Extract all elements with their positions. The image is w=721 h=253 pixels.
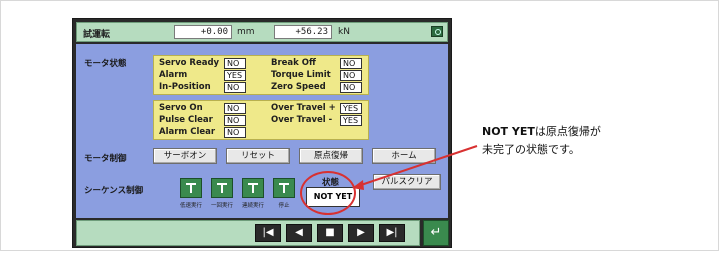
low-speed-run-icon[interactable] xyxy=(180,178,202,198)
status-label-alarm: Alarm xyxy=(159,70,188,80)
status-label-servo-on: Servo On xyxy=(159,103,203,113)
navigation-bar: |◀ ◀ ■ ▶ ▶| xyxy=(76,220,420,246)
highlight-ellipse xyxy=(300,171,356,215)
status-label-alarm-clear: Alarm Clear xyxy=(159,127,216,137)
title-bar: 試運転 +0.00 mm +56.23 kN xyxy=(76,22,448,42)
status-value-servo-ready: NO xyxy=(224,58,246,69)
position-unit: mm xyxy=(237,27,255,37)
status-value-torque-limit: NO xyxy=(340,70,362,81)
annotation-line2: 未完了の状態です。 xyxy=(482,143,580,156)
stop-caption: 停止 xyxy=(278,203,290,209)
pulse-clear-button[interactable]: パルスクリア xyxy=(373,174,441,190)
status-label-pulse-clear: Pulse Clear xyxy=(159,115,213,125)
status-label-in-position: In-Position xyxy=(159,82,211,92)
next-page-icon[interactable]: ▶ xyxy=(348,224,374,242)
status-group-2: Servo On NO Pulse Clear NO Alarm Clear N… xyxy=(153,100,369,140)
status-value-break-off: NO xyxy=(340,58,362,69)
stop-icon[interactable] xyxy=(273,178,295,198)
main-area: モータ状態 Servo Ready NO Alarm YES In-Positi… xyxy=(76,44,448,218)
page-title: 試運転 xyxy=(83,30,111,40)
status-value-alarm-clear: NO xyxy=(224,127,246,138)
status-label-zero-speed: Zero Speed xyxy=(271,82,326,92)
home-button[interactable]: ホーム xyxy=(372,148,436,164)
status-value-alarm: YES xyxy=(224,70,246,81)
status-value-over-travel-plus: YES xyxy=(340,103,362,114)
continuous-run-caption: 連続実行 xyxy=(241,203,264,209)
home-return-button[interactable]: 原点復帰 xyxy=(299,148,363,164)
annotation-bold: NOT YET xyxy=(482,125,535,138)
status-value-in-position: NO xyxy=(224,82,246,93)
stop-page-icon[interactable]: ■ xyxy=(317,224,343,242)
force-readout: +56.23 xyxy=(274,25,332,39)
prev-page-icon[interactable]: ◀ xyxy=(286,224,312,242)
sequence-control-label: シーケンス制御 xyxy=(84,186,144,196)
position-readout: +0.00 xyxy=(174,25,232,39)
return-icon[interactable]: ↵ xyxy=(423,220,449,246)
status-value-over-travel-minus: YES xyxy=(340,115,362,126)
last-page-icon[interactable]: ▶| xyxy=(379,224,405,242)
continuous-run-icon[interactable] xyxy=(242,178,264,198)
status-label-break-off: Break Off xyxy=(271,58,316,68)
single-run-caption: 一回実行 xyxy=(210,203,233,209)
motor-status-label: モータ状態 xyxy=(84,59,127,69)
status-label-over-travel-plus: Over Travel + xyxy=(271,103,336,113)
camera-icon[interactable] xyxy=(431,26,443,37)
low-speed-run-caption: 低速実行 xyxy=(179,203,202,209)
status-label-over-travel-minus: Over Travel - xyxy=(271,115,333,125)
status-label-servo-ready: Servo Ready xyxy=(159,58,220,68)
single-run-icon[interactable] xyxy=(211,178,233,198)
servo-on-button[interactable]: サーボオン xyxy=(153,148,217,164)
status-group-1: Servo Ready NO Alarm YES In-Position NO … xyxy=(153,55,369,95)
status-value-servo-on: NO xyxy=(224,103,246,114)
motor-control-label: モータ制御 xyxy=(84,154,127,164)
status-value-zero-speed: NO xyxy=(340,82,362,93)
status-value-pulse-clear: NO xyxy=(224,115,246,126)
control-panel: 試運転 +0.00 mm +56.23 kN モータ状態 Servo Ready… xyxy=(72,18,452,248)
first-page-icon[interactable]: |◀ xyxy=(255,224,281,242)
force-unit: kN xyxy=(338,27,350,37)
reset-button[interactable]: リセット xyxy=(226,148,290,164)
annotation-line1: は原点復帰が xyxy=(534,125,601,138)
annotation-text: NOT YETは原点復帰が 未完了の状態です。 xyxy=(482,123,601,159)
status-label-torque-limit: Torque Limit xyxy=(271,70,331,80)
